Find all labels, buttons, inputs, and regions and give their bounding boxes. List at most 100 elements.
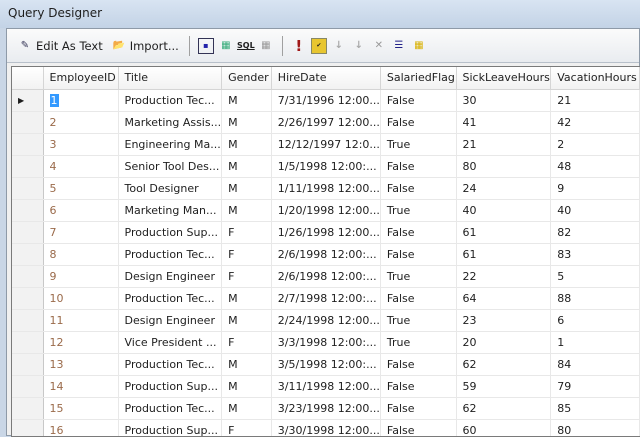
cell-hiredate[interactable]: 2/24/1998 12:00... — [271, 309, 381, 332]
table-row[interactable]: 8 Production Tec... F 2/6/1998 12:00:... Fal… — [12, 243, 640, 266]
cell-hiredate[interactable]: 1/5/1998 12:00:... — [271, 155, 381, 178]
cell-sickleavehours[interactable]: 24 — [456, 177, 552, 200]
table-row[interactable]: 12 Vice President ... F 3/3/1998 12:00:... T… — [12, 331, 640, 354]
table-row[interactable]: 4 Senior Tool Des... M 1/5/1998 12:00:... Fa… — [12, 155, 640, 178]
row-selector[interactable] — [12, 111, 44, 134]
cell-employeeid[interactable]: 15 — [43, 397, 119, 420]
cell-salariedflag[interactable]: True — [380, 309, 457, 332]
row-selector[interactable] — [12, 397, 44, 420]
row-selector[interactable] — [12, 265, 44, 288]
cell-title[interactable]: Production Sup... — [118, 419, 223, 436]
cell-title[interactable]: Production Tec... — [118, 397, 223, 420]
cell-gender[interactable]: F — [221, 331, 272, 354]
cell-sickleavehours[interactable]: 64 — [456, 287, 552, 310]
cell-title[interactable]: Engineering Ma... — [118, 133, 223, 156]
cell-title[interactable]: Production Tec... — [118, 89, 223, 112]
column-header-hiredate[interactable]: HireDate — [271, 67, 381, 90]
table-row[interactable]: 3 Engineering Ma... M 12/12/1997 12:0... Tru… — [12, 133, 640, 156]
cell-sickleavehours[interactable]: 61 — [456, 221, 552, 244]
cell-title[interactable]: Marketing Man... — [118, 199, 223, 222]
cell-vacationhours[interactable]: 48 — [550, 155, 640, 178]
row-selector[interactable] — [12, 353, 44, 376]
cell-gender[interactable]: M — [221, 199, 272, 222]
cell-title[interactable]: Design Engineer — [118, 309, 223, 332]
cell-gender[interactable]: F — [221, 221, 272, 244]
row-selector[interactable] — [12, 155, 44, 178]
cell-vacationhours[interactable]: 42 — [550, 111, 640, 134]
cell-title[interactable]: Vice President ... — [118, 331, 223, 354]
cell-sickleavehours[interactable]: 59 — [456, 375, 552, 398]
sort-descending-icon[interactable]: ↓ — [351, 38, 367, 54]
cell-sickleavehours[interactable]: 20 — [456, 331, 552, 354]
cell-salariedflag[interactable]: False — [380, 353, 457, 376]
add-table-icon[interactable]: ▦ — [411, 38, 427, 54]
cell-salariedflag[interactable]: False — [380, 375, 457, 398]
row-selector[interactable] — [12, 177, 44, 200]
cell-salariedflag[interactable]: False — [380, 397, 457, 420]
cell-vacationhours[interactable]: 82 — [550, 221, 640, 244]
cell-gender[interactable]: M — [221, 133, 272, 156]
cell-gender[interactable]: M — [221, 155, 272, 178]
import-button[interactable]: 📂 Import... — [109, 35, 181, 57]
cell-employeeid[interactable]: 1 — [43, 89, 119, 112]
cell-employeeid[interactable]: 2 — [43, 111, 119, 134]
row-selector[interactable] — [12, 419, 44, 436]
diagram-pane-icon[interactable]: ▪ — [197, 37, 214, 54]
cell-vacationhours[interactable]: 88 — [550, 287, 640, 310]
cell-title[interactable]: Tool Designer — [118, 177, 223, 200]
table-row[interactable]: 7 Production Sup... F 1/26/1998 12:00... Fal… — [12, 221, 640, 244]
cell-vacationhours[interactable]: 9 — [550, 177, 640, 200]
cell-employeeid[interactable]: 14 — [43, 375, 119, 398]
cell-vacationhours[interactable]: 84 — [550, 353, 640, 376]
table-row[interactable]: 6 Marketing Man... M 1/20/1998 12:00... True… — [12, 199, 640, 222]
table-row[interactable]: 9 Design Engineer F 2/6/1998 12:00:... True 2… — [12, 265, 640, 288]
cell-hiredate[interactable]: 1/20/1998 12:00... — [271, 199, 381, 222]
cell-salariedflag[interactable]: False — [380, 89, 457, 112]
cell-sickleavehours[interactable]: 60 — [456, 419, 552, 436]
cell-sickleavehours[interactable]: 22 — [456, 265, 552, 288]
row-selector[interactable] — [12, 375, 44, 398]
cell-hiredate[interactable]: 2/6/1998 12:00:... — [271, 265, 381, 288]
cell-gender[interactable]: M — [221, 375, 272, 398]
table-row[interactable]: 13 Production Tec... M 3/5/1998 12:00:... Fa… — [12, 353, 640, 376]
cell-gender[interactable]: M — [221, 309, 272, 332]
cell-salariedflag[interactable]: False — [380, 177, 457, 200]
cell-gender[interactable]: M — [221, 397, 272, 420]
cell-employeeid[interactable]: 10 — [43, 287, 119, 310]
cell-sickleavehours[interactable]: 21 — [456, 133, 552, 156]
sort-ascending-icon[interactable]: ↓ — [331, 38, 347, 54]
column-header-vacationhours[interactable]: VacationHours — [550, 67, 640, 90]
column-header-sickleavehours[interactable]: SickLeaveHours — [456, 67, 552, 90]
cell-hiredate[interactable]: 1/26/1998 12:00... — [271, 221, 381, 244]
cell-salariedflag[interactable]: False — [380, 287, 457, 310]
cell-sickleavehours[interactable]: 62 — [456, 353, 552, 376]
cell-employeeid[interactable]: 3 — [43, 133, 119, 156]
results-pane-icon[interactable]: ▦ — [258, 38, 274, 54]
cell-vacationhours[interactable]: 85 — [550, 397, 640, 420]
column-header-salariedflag[interactable]: SalariedFlag — [380, 67, 457, 90]
cell-title[interactable]: Production Sup... — [118, 221, 223, 244]
cell-gender[interactable]: F — [221, 265, 272, 288]
row-selector[interactable] — [12, 221, 44, 244]
row-selector[interactable]: ▶ — [12, 89, 44, 112]
cell-salariedflag[interactable]: True — [380, 265, 457, 288]
column-header-employeeid[interactable]: EmployeeID — [43, 67, 119, 90]
cell-sickleavehours[interactable]: 40 — [456, 199, 552, 222]
cell-hiredate[interactable]: 3/30/1998 12:00... — [271, 419, 381, 436]
cell-salariedflag[interactable]: False — [380, 111, 457, 134]
cell-gender[interactable]: M — [221, 353, 272, 376]
cell-vacationhours[interactable]: 5 — [550, 265, 640, 288]
cell-title[interactable]: Production Tec... — [118, 287, 223, 310]
cell-employeeid[interactable]: 4 — [43, 155, 119, 178]
cell-salariedflag[interactable]: True — [380, 331, 457, 354]
cell-hiredate[interactable]: 1/11/1998 12:00... — [271, 177, 381, 200]
cell-vacationhours[interactable]: 2 — [550, 133, 640, 156]
cell-title[interactable]: Marketing Assis... — [118, 111, 223, 134]
cell-employeeid[interactable]: 8 — [43, 243, 119, 266]
row-selector[interactable] — [12, 199, 44, 222]
cell-gender[interactable]: M — [221, 111, 272, 134]
cell-title[interactable]: Production Sup... — [118, 375, 223, 398]
cell-salariedflag[interactable]: False — [380, 419, 457, 436]
cell-hiredate[interactable]: 2/7/1998 12:00:... — [271, 287, 381, 310]
cell-vacationhours[interactable]: 21 — [550, 89, 640, 112]
